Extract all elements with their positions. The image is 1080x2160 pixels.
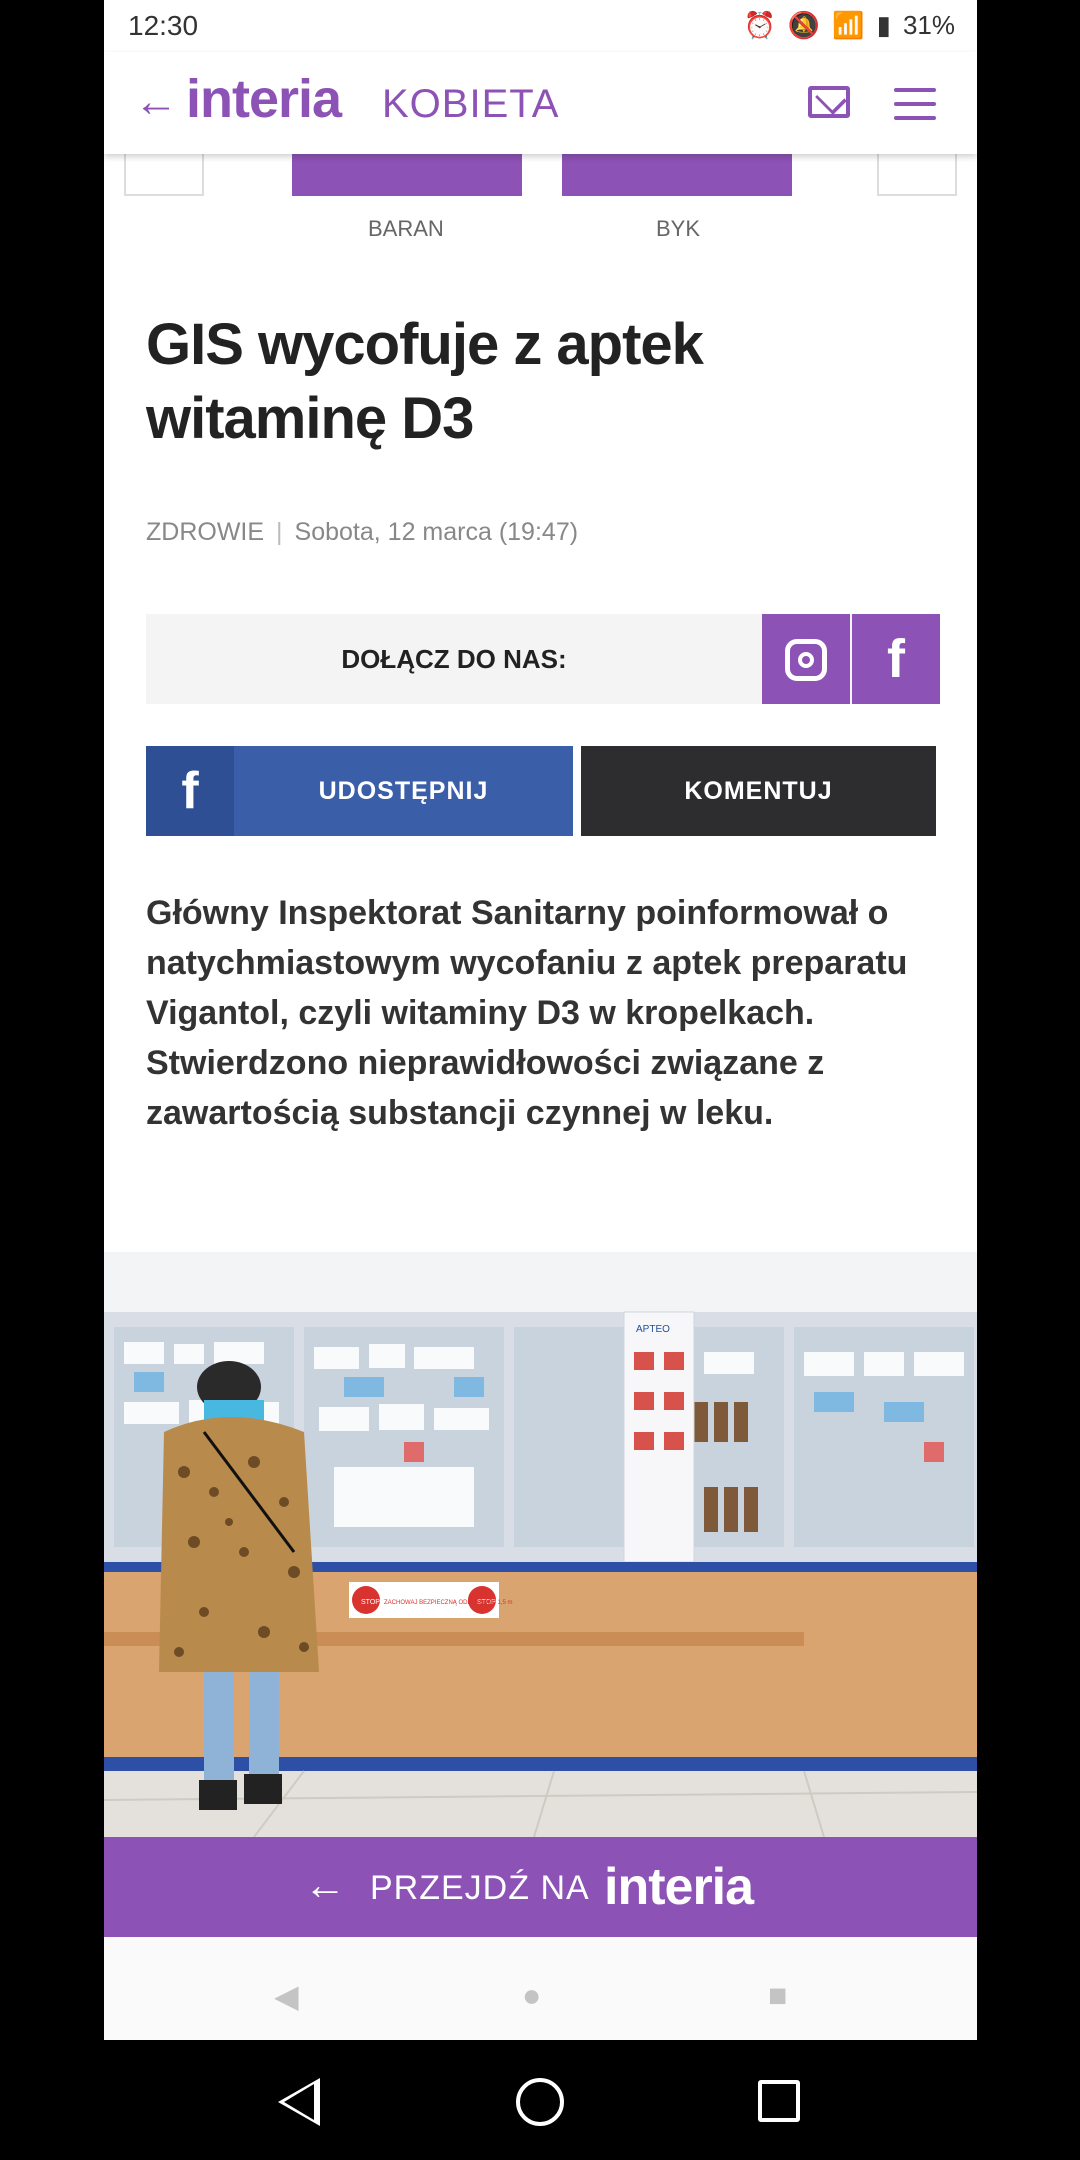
goto-brand: interia [604,1858,754,1916]
facebook-icon: f [887,629,905,689]
pharmacy-photo-illustration: APTEO STOP STOP ZACHOWAJ BEZPIECZNĄ ODLE… [104,1252,977,1837]
status-icons: ⏰ 🔕 📶 ▮ 31% [744,10,955,41]
home-icon[interactable] [516,2078,564,2126]
stop-sign-left: STOP [361,1599,380,1606]
status-bar: 12:30 ⏰ 🔕 📶 ▮ 31% [104,0,977,52]
facebook-icon: f [146,746,234,836]
back-icon[interactable] [278,2078,320,2126]
goto-label: PRZEJDŹ NA [370,1869,590,1907]
browser-recent-icon[interactable]: ■ [768,1977,787,2014]
share-button[interactable]: f UDOSTĘPNIJ [146,746,573,836]
mail-icon[interactable] [808,86,850,118]
arrow-left-icon: ← [304,1861,346,1908]
horoscope-tile-right[interactable] [877,154,957,196]
meta-separator: | [276,518,283,546]
browser-nav-bar: ◀ ● ■ [104,1937,977,2040]
share-label: UDOSTĘPNIJ [318,777,489,805]
wifi-icon: 📶 [832,10,865,40]
article-meta: ZDROWIE | Sobota, 12 marca (19:47) [146,518,578,547]
article-category[interactable]: ZDROWIE [146,518,264,546]
back-arrow-icon[interactable]: ← [134,80,178,124]
facebook-follow-button[interactable]: f [852,614,940,704]
instagram-button[interactable] [762,614,850,704]
battery-percent: 31% [902,10,955,40]
goto-interia-banner[interactable]: ← PRZEJDŹ NA interia [104,1837,977,1937]
distance-sign: ZACHOWAJ BEZPIECZNĄ ODLEGŁOŚĆ 1,5 m [384,1598,512,1606]
apteo-sign: APTEO [636,1324,670,1335]
horoscope-label-byk[interactable]: BYK [656,216,700,242]
site-header: ← interia KOBIETA [104,52,977,154]
recent-apps-icon[interactable] [758,2080,800,2122]
battery-icon: ▮ [876,10,891,40]
site-logo[interactable]: interia [186,68,342,130]
section-name[interactable]: KOBIETA [382,82,559,127]
browser-home-icon[interactable]: ● [522,1977,541,2014]
browser-back-icon[interactable]: ◀ [274,1977,299,2015]
alarm-icon: ⏰ [743,10,776,40]
browser-frame: 12:30 ⏰ 🔕 📶 ▮ 31% ← interia KOBIETA BARA… [104,0,977,2040]
horoscope-tile-byk[interactable] [562,154,792,196]
horoscope-tile-baran[interactable] [292,154,522,196]
comment-button[interactable]: KOMENTUJ [581,746,936,836]
horoscope-strip: BARAN BYK [104,154,977,250]
article-lead: Główny Inspektorat Sanitarny poinformowa… [146,894,908,1132]
join-us-label: DOŁĄCZ DO NAS: [341,644,567,674]
system-navigation-bar [0,2040,1080,2160]
article-date: Sobota, 12 marca (19:47) [294,518,579,546]
status-time: 12:30 [128,10,199,41]
horoscope-label-baran[interactable]: BARAN [368,216,444,242]
mute-icon: 🔕 [787,10,821,40]
menu-icon[interactable] [894,88,936,120]
horoscope-tile-left[interactable] [124,154,204,196]
article-title: GIS wycofuje z aptek witaminę D3 [146,312,704,451]
join-us-bar: DOŁĄCZ DO NAS: f [146,614,940,704]
article-photo[interactable]: APTEO STOP STOP ZACHOWAJ BEZPIECZNĄ ODLE… [104,1252,977,1837]
instagram-icon [785,639,827,681]
